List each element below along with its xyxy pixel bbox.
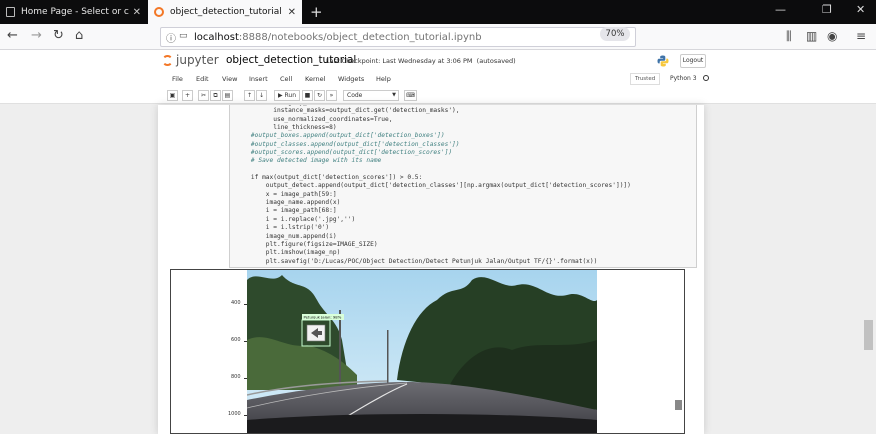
output-area: 400 600 800 1000 Petunjuk Jalan: 98% bbox=[170, 269, 685, 434]
kernel-name[interactable]: Python 3 bbox=[670, 75, 697, 82]
notebook-toolbar: ▣ + ✂ ⧉ ▤ ↑ ↓ ▶ Run ■ ↻ » Code ▼ ⌨ bbox=[0, 88, 876, 104]
code-line: plt.imshow(image_np) bbox=[236, 249, 341, 257]
code-cell[interactable]: category_index, instance_masks=output_di… bbox=[229, 105, 697, 268]
sidebar-icon[interactable]: ▥ bbox=[806, 29, 817, 43]
cell-type-select[interactable]: Code ▼ bbox=[343, 90, 399, 101]
tab-strip: Home Page - Select or create a ✕ object_… bbox=[0, 0, 876, 24]
run-button[interactable]: ▶ Run bbox=[274, 90, 300, 101]
code-line: image_name.append(x) bbox=[236, 199, 341, 207]
detection-image: Petunjuk Jalan: 98% bbox=[247, 270, 597, 433]
chevron-down-icon: ▼ bbox=[392, 92, 396, 98]
code-line: image_num.append(i) bbox=[236, 232, 337, 240]
y-tick-label: 600 bbox=[231, 337, 241, 343]
code-line: x = image_path[59:] bbox=[236, 190, 337, 198]
code-line: # Save detected image with its name bbox=[236, 157, 382, 165]
url-text[interactable]: localhost:8888/notebooks/object_detectio… bbox=[194, 32, 482, 43]
menu-widgets[interactable]: Widgets bbox=[338, 75, 364, 83]
python-logo-icon bbox=[657, 55, 669, 67]
code-line: i = i.replace('.jpg','') bbox=[236, 215, 356, 223]
code-line: plt.savefig('D:/Lucas/POC/Object Detecti… bbox=[236, 257, 598, 265]
notebook-page: category_index, instance_masks=output_di… bbox=[158, 105, 704, 434]
close-icon[interactable]: ✕ bbox=[288, 7, 296, 18]
nav-bar: ← → ↻ ⌂ ⓘ ▭ localhost:8888/notebooks/obj… bbox=[0, 24, 876, 50]
code-line: plt.figure(figsize=IMAGE_SIZE) bbox=[236, 240, 378, 248]
paste-icon[interactable]: ▤ bbox=[222, 90, 233, 101]
stop-icon[interactable]: ■ bbox=[302, 90, 313, 101]
y-tick-label: 1000 bbox=[228, 411, 241, 417]
back-icon[interactable]: ← bbox=[7, 28, 18, 43]
code-line: i = i.lstrip('0') bbox=[236, 224, 330, 232]
trusted-badge[interactable]: Trusted bbox=[630, 73, 661, 85]
restart-run-icon[interactable]: » bbox=[326, 90, 337, 101]
restart-icon[interactable]: ↻ bbox=[314, 90, 325, 101]
save-icon[interactable]: ▣ bbox=[167, 90, 178, 101]
library-icon[interactable]: ⫼ bbox=[786, 29, 792, 44]
zoom-level[interactable]: 70% bbox=[600, 27, 630, 41]
minimize-icon[interactable]: — bbox=[775, 3, 786, 16]
add-cell-icon[interactable]: + bbox=[182, 90, 193, 101]
page-icon: ▭ bbox=[179, 31, 188, 41]
close-window-icon[interactable]: ✕ bbox=[856, 3, 865, 16]
menu-insert[interactable]: Insert bbox=[249, 75, 268, 83]
keyboard-icon[interactable]: ⌨ bbox=[404, 90, 417, 101]
code-editor[interactable]: category_index, instance_masks=output_di… bbox=[236, 105, 631, 266]
output-scrollbar-thumb[interactable] bbox=[675, 400, 682, 410]
menu-bar: File Edit View Insert Cell Kernel Widget… bbox=[0, 72, 876, 88]
tab-notebook[interactable]: object_detection_tutorial - Jupy ✕ bbox=[148, 0, 302, 24]
page-icon bbox=[6, 7, 15, 17]
code-line: #output_boxes.append(output_dict['detect… bbox=[236, 132, 445, 140]
new-tab-icon[interactable]: + bbox=[310, 3, 323, 21]
account-icon[interactable]: ◉ bbox=[827, 29, 837, 43]
cut-icon[interactable]: ✂ bbox=[198, 90, 209, 101]
y-tick-label: 400 bbox=[231, 300, 241, 306]
page-scrollbar-thumb[interactable] bbox=[864, 320, 873, 350]
info-icon[interactable]: ⓘ bbox=[166, 30, 176, 45]
y-tick-label: 800 bbox=[231, 374, 241, 380]
jupyter-logo[interactable]: jupyter bbox=[162, 53, 219, 67]
tab-title: Home Page - Select or create a bbox=[21, 7, 129, 17]
detection-label: Petunjuk Jalan: 98% bbox=[304, 315, 342, 320]
forward-icon[interactable]: → bbox=[31, 28, 42, 43]
code-line: i = image_path[68:] bbox=[236, 207, 337, 215]
code-line: instance_masks=output_dict.get('detectio… bbox=[236, 107, 460, 115]
menu-view[interactable]: View bbox=[222, 75, 237, 83]
reload-icon[interactable]: ↻ bbox=[53, 28, 64, 43]
code-line: if max(output_dict['detection_scores']) … bbox=[236, 174, 423, 182]
kernel-status-icon bbox=[703, 75, 709, 81]
jupyter-icon bbox=[162, 54, 173, 66]
tab-title: object_detection_tutorial - Jupy bbox=[170, 7, 284, 17]
url-bar[interactable]: ⓘ ▭ localhost:8888/notebooks/object_dete… bbox=[160, 27, 636, 47]
checkpoint-status: Last Checkpoint: Last Wednesday at 3:06 … bbox=[326, 57, 516, 65]
restore-icon[interactable]: ❐ bbox=[822, 3, 832, 16]
close-icon[interactable]: ✕ bbox=[133, 7, 141, 18]
code-line: use_normalized_coordinates=True, bbox=[236, 115, 393, 123]
menu-icon[interactable]: ≡ bbox=[856, 29, 866, 43]
home-icon[interactable]: ⌂ bbox=[75, 28, 83, 43]
tab-home-page[interactable]: Home Page - Select or create a ✕ bbox=[0, 0, 147, 24]
move-up-icon[interactable]: ↑ bbox=[244, 90, 255, 101]
code-line: #output_classes.append(output_dict['dete… bbox=[236, 140, 460, 148]
move-down-icon[interactable]: ↓ bbox=[256, 90, 267, 101]
menu-file[interactable]: File bbox=[172, 75, 183, 83]
menu-kernel[interactable]: Kernel bbox=[305, 75, 325, 83]
menu-help[interactable]: Help bbox=[376, 75, 391, 83]
copy-icon[interactable]: ⧉ bbox=[210, 90, 221, 101]
jupyter-icon bbox=[154, 7, 164, 17]
menu-cell[interactable]: Cell bbox=[280, 75, 292, 83]
browser-window: Home Page - Select or create a ✕ object_… bbox=[0, 0, 876, 434]
jupyter-header: jupyter object_detection_tutorial Last C… bbox=[0, 50, 876, 72]
logout-button[interactable]: Logout bbox=[680, 54, 706, 68]
code-line: output_detect.append(output_dict['detect… bbox=[236, 182, 631, 190]
menu-edit[interactable]: Edit bbox=[196, 75, 209, 83]
